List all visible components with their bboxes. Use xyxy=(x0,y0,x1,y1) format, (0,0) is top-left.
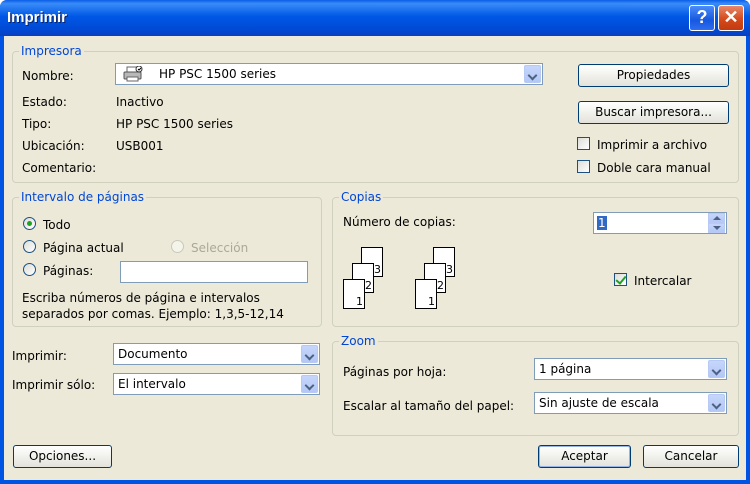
cancel-button[interactable]: Cancelar xyxy=(643,445,739,468)
stack2-page-1: 1 xyxy=(415,279,437,309)
copies-number-value: 1 xyxy=(597,216,607,230)
print-only-value: El intervalo xyxy=(118,377,186,391)
range-help-line-2: separados por comas. Ejemplo: 1,3,5-12,1… xyxy=(22,307,284,321)
pages-per-sheet-value: 1 página xyxy=(539,362,592,376)
print-what-value: Documento xyxy=(118,347,188,361)
scale-value: Sin ajuste de escala xyxy=(539,396,659,410)
spin-down-icon[interactable] xyxy=(708,223,725,233)
collate-label[interactable]: Intercalar xyxy=(634,274,691,288)
zoom-group-title: Zoom xyxy=(339,334,378,348)
print-to-file-label[interactable]: Imprimir a archivo xyxy=(597,138,707,152)
copies-number-label: Número de copias: xyxy=(343,215,456,229)
printer-group-title: Impresora xyxy=(19,44,84,58)
range-selection-radio[interactable] xyxy=(171,240,184,253)
title-bar[interactable]: Imprimir ? ✕ xyxy=(0,0,750,36)
stack1-page-1: 1 xyxy=(343,279,365,309)
printer-type-label: Tipo: xyxy=(22,117,52,131)
print-to-file-checkbox[interactable] xyxy=(577,137,590,150)
chevron-down-icon[interactable] xyxy=(524,65,541,83)
zoom-group: Zoom xyxy=(332,334,739,436)
printer-location-value: USB001 xyxy=(116,139,164,153)
scale-label: Escalar al tamaño del papel: xyxy=(343,399,515,413)
range-pages-label[interactable]: Páginas: xyxy=(43,264,93,278)
printer-name-select[interactable]: HP PSC 1500 series xyxy=(115,63,543,85)
print-dialog: Imprimir ? ✕ Impresora Nombre: HP PSC 15… xyxy=(0,0,750,484)
print-only-select[interactable]: El intervalo xyxy=(113,373,320,395)
window-title: Imprimir xyxy=(7,9,68,26)
range-pages-radio[interactable] xyxy=(23,263,36,276)
dialog-body: Impresora Nombre: HP PSC 1500 series Est… xyxy=(4,36,746,480)
print-what-select[interactable]: Documento xyxy=(113,343,320,365)
range-all-radio[interactable] xyxy=(23,217,36,230)
range-current-page-radio[interactable] xyxy=(23,240,36,253)
close-icon[interactable]: ✕ xyxy=(718,5,744,31)
manual-duplex-label[interactable]: Doble cara manual xyxy=(597,161,711,175)
page-range-group-title: Intervalo de páginas xyxy=(19,190,147,204)
chevron-down-icon[interactable] xyxy=(708,360,725,378)
chevron-down-icon[interactable] xyxy=(301,345,318,363)
spin-up-icon[interactable] xyxy=(708,213,725,223)
range-all-label[interactable]: Todo xyxy=(43,218,71,232)
printer-status-label: Estado: xyxy=(22,95,67,109)
find-printer-button[interactable]: Buscar impresora... xyxy=(578,101,729,124)
range-help-line-1: Escriba números de página e intervalos xyxy=(22,291,260,305)
properties-button[interactable]: Propiedades xyxy=(578,64,729,87)
manual-duplex-checkbox[interactable] xyxy=(577,160,590,173)
pages-per-sheet-label: Páginas por hoja: xyxy=(343,365,447,379)
chevron-down-icon[interactable] xyxy=(301,375,318,393)
copies-group-title: Copias xyxy=(339,190,384,204)
printer-status-value: Inactivo xyxy=(116,95,164,109)
chevron-down-icon[interactable] xyxy=(708,394,725,412)
options-button[interactable]: Opciones... xyxy=(13,445,112,468)
copies-number-input[interactable]: 1 xyxy=(593,212,727,234)
printer-comment-label: Comentario: xyxy=(22,161,97,175)
range-current-page-label[interactable]: Página actual xyxy=(43,241,124,255)
printer-name-value: HP PSC 1500 series xyxy=(159,67,277,81)
printer-type-value: HP PSC 1500 series xyxy=(116,117,234,131)
pages-input[interactable] xyxy=(120,261,308,283)
printer-location-label: Ubicación: xyxy=(22,139,85,153)
range-selection-label[interactable]: Selección xyxy=(191,241,248,255)
scale-select[interactable]: Sin ajuste de escala xyxy=(534,392,727,414)
print-what-label: Imprimir: xyxy=(12,349,67,363)
print-only-label: Imprimir sólo: xyxy=(12,378,96,392)
printer-name-label: Nombre: xyxy=(22,69,74,83)
help-icon[interactable]: ? xyxy=(689,5,715,31)
pages-per-sheet-select[interactable]: 1 página xyxy=(534,358,727,380)
collate-checkbox[interactable] xyxy=(614,273,627,286)
printer-icon xyxy=(123,65,143,82)
ok-button[interactable]: Aceptar xyxy=(538,445,631,468)
